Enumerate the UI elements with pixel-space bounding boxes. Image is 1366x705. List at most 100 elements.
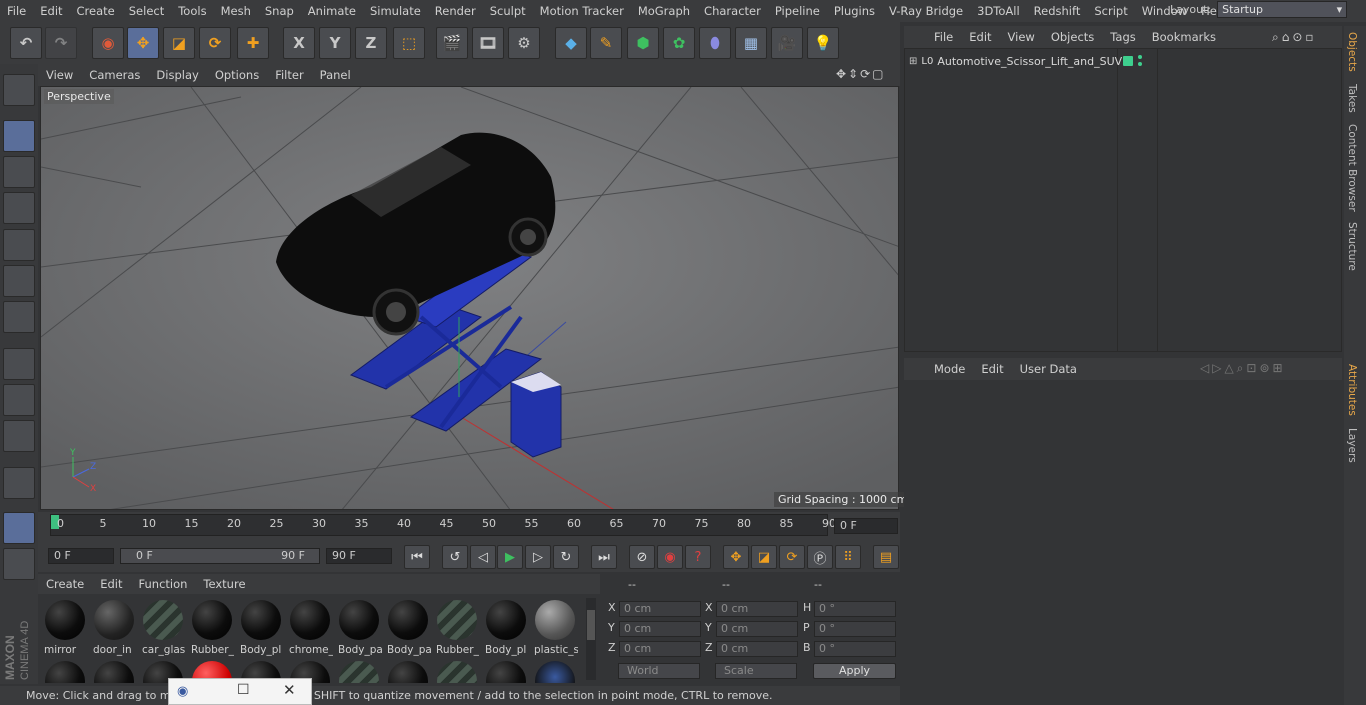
menu-3dtoall[interactable]: 3DToAll [970,0,1027,22]
attribute-menu-mode[interactable]: Mode [926,362,973,376]
current-frame-field[interactable]: 0 F [834,518,898,534]
y-axis-button[interactable]: Y [319,27,351,59]
end-frame-field[interactable]: 90 F [326,548,392,564]
menu-motion-tracker[interactable]: Motion Tracker [533,0,631,22]
start-frame-field[interactable]: 0 F [48,548,114,564]
subdivision-button[interactable]: ⬢ [627,27,659,59]
material-swatch[interactable]: car_glas [140,597,186,656]
close-icon[interactable]: ✕ [283,681,296,699]
material-menu-texture[interactable]: Texture [195,577,253,591]
menu-sculpt[interactable]: Sculpt [483,0,533,22]
magnet-button[interactable] [3,467,35,499]
viewport-menu-filter[interactable]: Filter [267,68,311,82]
coord-rot-field[interactable]: 0 ° [814,601,896,617]
menu-character[interactable]: Character [697,0,768,22]
menu-snap[interactable]: Snap [258,0,301,22]
attribute-menu-user-data[interactable]: User Data [1012,362,1085,376]
menu-edit[interactable]: Edit [33,0,69,22]
material-swatch[interactable]: door_in [91,597,137,656]
undo-button[interactable]: ↶ [10,27,42,59]
menu-tools[interactable]: Tools [171,0,213,22]
tab-content-browser[interactable]: Content Browser [1346,124,1358,212]
menu-simulate[interactable]: Simulate [363,0,428,22]
layout-select[interactable]: Startup [1217,1,1348,18]
rotate-tool-button[interactable]: ⟳ [199,27,231,59]
viewport-menu-cameras[interactable]: Cameras [81,68,148,82]
texture-mode-button[interactable] [3,156,35,188]
material-swatch-row2[interactable] [437,661,477,683]
coordinate-system-button[interactable]: ⬚ [393,27,425,59]
coord-rot-field[interactable]: 0 ° [814,621,896,637]
perspective-viewport[interactable]: Y Z X [40,86,899,510]
tab-layers[interactable]: Layers [1346,428,1358,463]
viewport-menu-options[interactable]: Options [207,68,267,82]
menu-script[interactable]: Script [1087,0,1134,22]
render-view-button[interactable]: 🎬 [436,27,468,59]
transform-tool-button[interactable]: ✚ [237,27,269,59]
material-swatch-row2[interactable] [94,661,134,683]
coord-pos-field[interactable]: 0 cm [619,601,701,617]
cube-button[interactable]: ◆ [555,27,587,59]
material-swatch-row2[interactable] [388,661,428,683]
menu-select[interactable]: Select [122,0,171,22]
menu-animate[interactable]: Animate [301,0,363,22]
tab-attributes[interactable]: Attributes [1346,364,1358,416]
size-mode-dropdown[interactable]: Scale [715,663,797,679]
coord-size-field[interactable]: 0 cm [716,621,798,637]
x-axis-button[interactable]: X [283,27,315,59]
autokey-button[interactable]: ◉ [657,545,683,569]
coord-rot-field[interactable]: 0 ° [814,641,896,657]
coord-pos-field[interactable]: 0 cm [619,621,701,637]
coord-size-field[interactable]: 0 cm [716,641,798,657]
render-picture-viewer-button[interactable]: 🎞 [472,27,504,59]
polygons-mode-button[interactable] [3,301,35,333]
menu-mesh[interactable]: Mesh [214,0,258,22]
object-name[interactable]: Automotive_Scissor_Lift_and_SUV [937,55,1122,68]
key-parameter-button[interactable]: Ⓟ [807,545,833,569]
menu-mograph[interactable]: MoGraph [631,0,697,22]
snap-button[interactable] [3,420,35,452]
redo-button[interactable]: ↷ [45,27,77,59]
timeline-window-button[interactable]: ▤ [873,545,899,569]
floor-button[interactable]: ▦ [735,27,767,59]
object-manager-tools[interactable]: ⌕⌂⊙▫ [1272,30,1317,45]
material-swatch[interactable]: plastic_s [532,597,578,656]
menu-file[interactable]: File [0,0,33,22]
material-swatch[interactable]: mirror [42,597,88,656]
next-frame-button[interactable]: ▷ [525,545,551,569]
light-button[interactable]: 💡 [807,27,839,59]
material-swatch[interactable]: Rubber_ [189,597,235,656]
tab-structure[interactable]: Structure [1346,222,1358,271]
viewport-nav-icons[interactable]: ✥⇕⟳▢ [836,67,886,81]
material-swatch[interactable]: Body_pa [336,597,382,656]
deformer-button[interactable]: ⬮ [699,27,731,59]
viewport-menu-view[interactable]: View [38,68,81,82]
key-scale-button[interactable]: ◪ [751,545,777,569]
render-visible-dot[interactable] [1138,62,1142,66]
menu-render[interactable]: Render [428,0,483,22]
locked-workplane-button[interactable] [3,548,35,580]
material-swatch[interactable]: Rubber_ [434,597,480,656]
next-key-button[interactable]: ↻ [553,545,579,569]
key-position-button[interactable]: ✥ [723,545,749,569]
material-swatch[interactable]: Body_pl [238,597,284,656]
menu-create[interactable]: Create [70,0,122,22]
previous-key-button[interactable]: ↺ [442,545,468,569]
model-mode-button[interactable] [3,120,35,152]
object-menu-view[interactable]: View [1000,30,1043,44]
go-to-start-button[interactable]: ⏮ [404,545,430,569]
object-menu-file[interactable]: File [926,30,961,44]
workplane-mode-button[interactable] [3,192,35,224]
record-active-button[interactable]: ⊘ [629,545,655,569]
scale-tool-button[interactable]: ◪ [163,27,195,59]
material-swatch-row2[interactable] [535,661,575,683]
live-selection-button[interactable]: ◉ [92,27,124,59]
editor-visible-dot[interactable] [1138,55,1142,59]
axis-mode-button[interactable] [3,348,35,380]
coord-size-field[interactable]: 0 cm [716,601,798,617]
camera-button[interactable]: 🎥 [771,27,803,59]
viewport-menu-display[interactable]: Display [148,68,206,82]
previous-frame-button[interactable]: ◁ [470,545,496,569]
make-editable-button[interactable] [3,74,35,106]
taskbar-preview-popup[interactable]: ◉ ☐ ✕ [168,678,312,705]
